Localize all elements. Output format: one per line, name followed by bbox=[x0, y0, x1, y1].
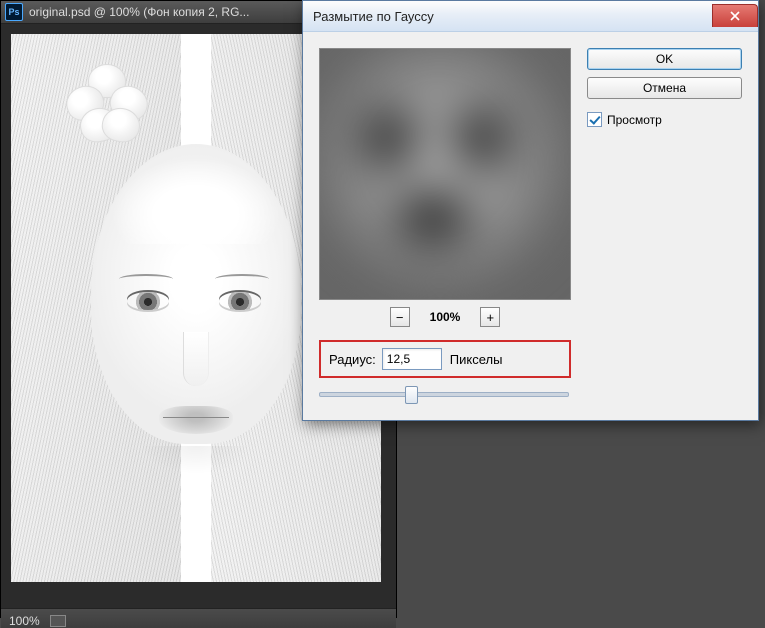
radius-slider[interactable] bbox=[319, 384, 569, 402]
preview-checkbox[interactable] bbox=[587, 112, 602, 127]
radius-unit: Пикселы bbox=[450, 352, 503, 367]
preview-thumbnail[interactable] bbox=[319, 48, 571, 300]
preview-checkbox-label: Просмотр bbox=[607, 113, 662, 127]
dialog-right-column: OK Отмена Просмотр bbox=[587, 48, 742, 402]
preview-zoom-controls: − 100% + bbox=[319, 306, 571, 328]
statusbar-icon[interactable] bbox=[50, 615, 66, 627]
dialog-close-button[interactable] bbox=[712, 4, 758, 27]
zoom-in-button[interactable]: + bbox=[480, 307, 500, 327]
slider-thumb[interactable] bbox=[405, 386, 418, 404]
plus-icon: + bbox=[487, 311, 495, 324]
status-bar: 100% bbox=[1, 608, 396, 628]
minus-icon: − bbox=[396, 311, 404, 324]
dialog-left-column: − 100% + Радиус: Пикселы bbox=[319, 48, 571, 402]
document-title: original.psd @ 100% (Фон копия 2, RG... bbox=[29, 5, 249, 19]
dialog-title: Размытие по Гауссу bbox=[313, 9, 434, 24]
slider-track bbox=[319, 392, 569, 397]
photoshop-app: Ps original.psd @ 100% (Фон копия 2, RG.… bbox=[0, 0, 765, 628]
radius-input[interactable] bbox=[382, 348, 442, 370]
close-icon bbox=[729, 11, 741, 21]
cancel-button[interactable]: Отмена bbox=[587, 77, 742, 99]
preview-checkbox-row[interactable]: Просмотр bbox=[587, 112, 742, 127]
zoom-out-button[interactable]: − bbox=[390, 307, 410, 327]
ok-button[interactable]: OK bbox=[587, 48, 742, 70]
gaussian-blur-dialog: Размытие по Гауссу − 100% + bbox=[302, 0, 759, 421]
radius-row: Радиус: Пикселы bbox=[319, 340, 571, 378]
dialog-titlebar[interactable]: Размытие по Гауссу bbox=[303, 1, 758, 32]
preview-image bbox=[319, 48, 571, 300]
zoom-label[interactable]: 100% bbox=[9, 614, 40, 628]
dialog-body: − 100% + Радиус: Пикселы OK Отмена bbox=[303, 32, 758, 420]
titlebar-buttons bbox=[712, 5, 758, 27]
preview-zoom-label: 100% bbox=[430, 310, 461, 324]
radius-label: Радиус: bbox=[329, 352, 376, 367]
photoshop-icon: Ps bbox=[5, 3, 23, 21]
